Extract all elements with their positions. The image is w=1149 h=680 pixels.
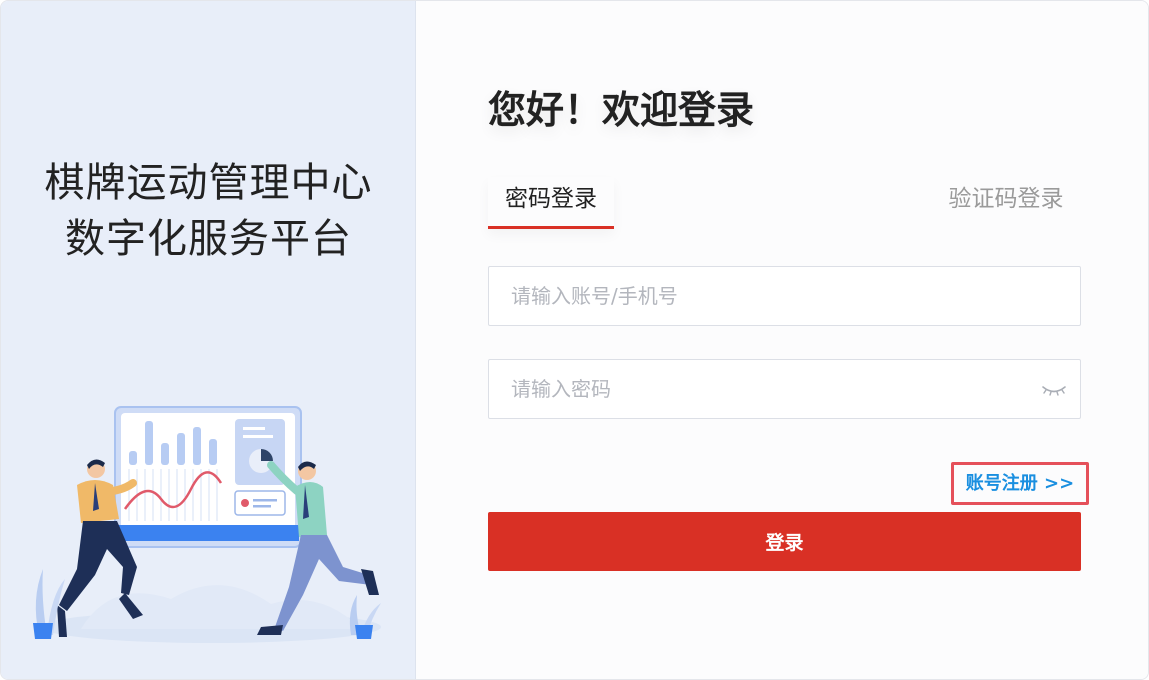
account-input[interactable] [489, 267, 1080, 325]
register-account-link[interactable]: 账号注册 >> [951, 462, 1089, 505]
welcome-heading: 您好！欢迎登录 [488, 88, 755, 132]
password-field-wrapper [488, 359, 1081, 419]
tab-sms-code-login[interactable]: 验证码登录 [936, 177, 1076, 229]
tab-password-login[interactable]: 密码登录 [488, 177, 614, 229]
platform-title-line1: 棋牌运动管理中心 [44, 160, 373, 206]
analytics-illustration [33, 406, 381, 643]
password-input[interactable] [489, 360, 1080, 418]
platform-title: 棋牌运动管理中心 数字化服务平台 [1, 155, 416, 267]
eye-closed-icon[interactable] [1040, 378, 1068, 402]
account-field-wrapper [488, 266, 1081, 326]
login-window: 棋牌运动管理中心 数字化服务平台 您好！欢迎登录 密码登录 验证码登录 请输入账… [0, 0, 1149, 680]
brand-panel: 棋牌运动管理中心 数字化服务平台 [1, 1, 416, 679]
platform-title-line2: 数字化服务平台 [65, 216, 352, 262]
login-panel: 您好！欢迎登录 密码登录 验证码登录 账号注册 >> 登录 [416, 1, 1148, 679]
login-button[interactable]: 登录 [488, 512, 1081, 571]
